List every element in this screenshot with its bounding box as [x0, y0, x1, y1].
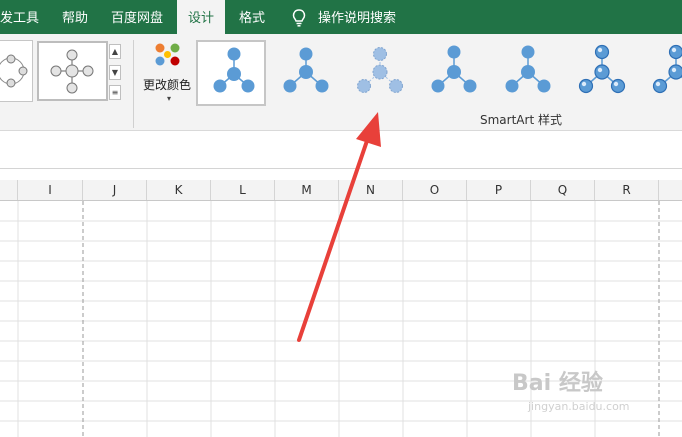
tab-baidu-netdisk[interactable]: 百度网盘: [106, 0, 168, 34]
formula-bar[interactable]: [0, 142, 682, 169]
color-palette-icon: [155, 43, 180, 66]
gallery-scroll-up-button[interactable]: ▲: [109, 44, 121, 59]
ribbon-panel: ▲ ▼ ≡ 更改颜色 ▾ SmartArt 样式: [0, 34, 682, 131]
smartart-style-3[interactable]: [344, 40, 414, 106]
style-preview-icon: [283, 47, 329, 93]
smartart-style-7[interactable]: [640, 40, 682, 106]
column-header-r[interactable]: R: [595, 180, 659, 200]
watermark-url: jingyan.baidu.com: [528, 400, 630, 413]
tab-developer[interactable]: 发工具: [0, 0, 48, 34]
smartart-styles-group-label: SmartArt 样式: [480, 113, 562, 127]
smartart-style-5[interactable]: [492, 40, 562, 106]
column-header-i[interactable]: I: [18, 180, 83, 200]
column-header-p[interactable]: P: [467, 180, 531, 200]
layout-gallery-item-partial[interactable]: [0, 40, 33, 102]
tab-label: 发工具: [0, 11, 40, 26]
group-divider: [133, 40, 134, 128]
tell-me-label: 操作说明搜索: [318, 11, 397, 26]
tab-label: 帮助: [61, 11, 88, 26]
change-colors-button[interactable]: 更改颜色 ▾: [140, 40, 196, 110]
smartart-style-4[interactable]: [418, 40, 488, 106]
baidu-watermark: Bai 经验: [512, 371, 603, 396]
ribbon-tab-bar: 发工具 帮助 百度网盘 设计 格式 操作说明搜索: [0, 0, 682, 34]
tab-design[interactable]: 设计: [177, 0, 225, 34]
smartart-styles-gallery: [196, 40, 682, 106]
column-header-m[interactable]: M: [275, 180, 339, 200]
style-preview-icon: [357, 47, 403, 93]
column-header-row: IJKLMNOPQR: [0, 180, 682, 201]
lightbulb-icon: [292, 9, 306, 27]
tell-me-search[interactable]: 操作说明搜索: [290, 0, 410, 34]
chevron-down-icon: ▾: [167, 94, 172, 103]
smartart-style-2[interactable]: [270, 40, 340, 106]
change-colors-label: 更改颜色: [143, 78, 192, 92]
smartart-style-6[interactable]: [566, 40, 636, 106]
column-header-l[interactable]: L: [211, 180, 275, 200]
style-preview-icon: [578, 44, 626, 94]
style-preview-icon: [652, 44, 682, 94]
row-header-gutter: [0, 180, 18, 200]
radial-layout-icon: [50, 49, 94, 94]
column-header-n[interactable]: N: [339, 180, 403, 200]
style-preview-icon: [213, 47, 255, 93]
tab-help[interactable]: 帮助: [58, 0, 92, 34]
layout-thumbnail-icon: [0, 54, 28, 88]
smartart-style-1[interactable]: [196, 40, 266, 106]
tab-label: 百度网盘: [110, 11, 163, 26]
tab-label: 格式: [238, 11, 265, 26]
column-header-o[interactable]: O: [403, 180, 467, 200]
tab-label: 设计: [187, 11, 214, 26]
style-preview-icon: [505, 45, 551, 93]
gallery-scroll-down-button[interactable]: ▼: [109, 65, 121, 80]
style-preview-icon: [431, 45, 477, 93]
gallery-more-button[interactable]: ≡: [109, 85, 121, 100]
layout-gallery-item-selected[interactable]: [37, 41, 108, 101]
column-header-k[interactable]: K: [147, 180, 211, 200]
tab-format[interactable]: 格式: [230, 0, 274, 34]
column-header-q[interactable]: Q: [531, 180, 595, 200]
column-header-j[interactable]: J: [83, 180, 147, 200]
